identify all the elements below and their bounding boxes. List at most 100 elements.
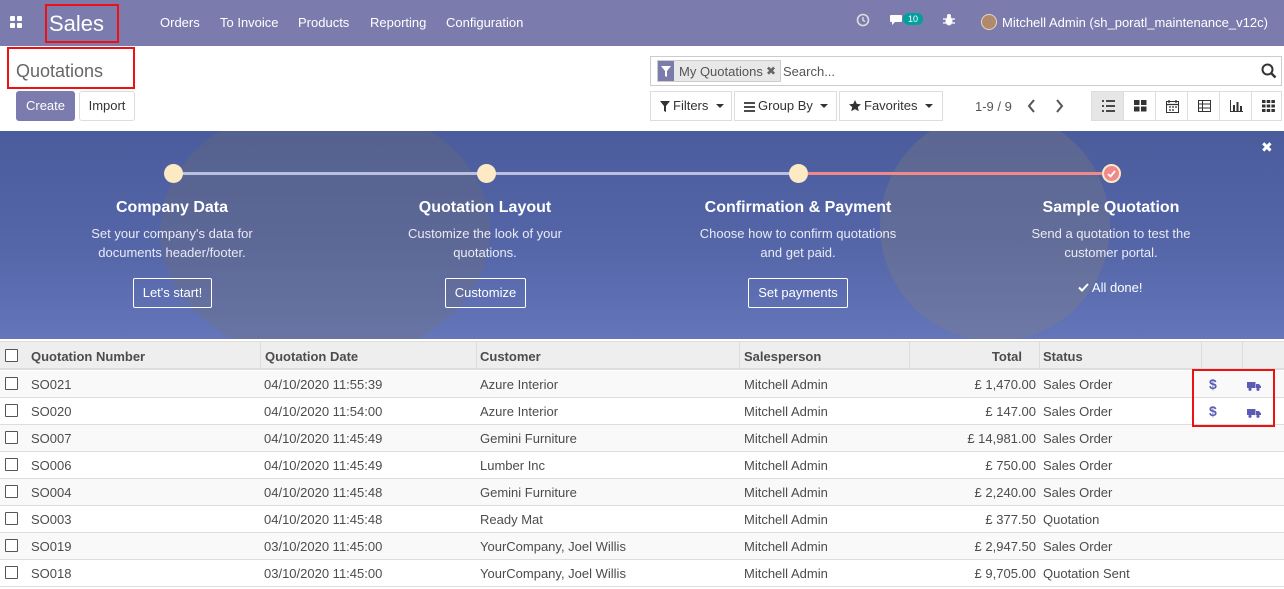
search-input[interactable]	[783, 62, 1253, 80]
cell-total: £ 750.00	[985, 458, 1036, 473]
row-checkbox[interactable]	[5, 377, 18, 390]
column-header-status[interactable]: Status	[1043, 349, 1083, 364]
row-checkbox[interactable]	[5, 458, 18, 471]
row-checkbox[interactable]	[5, 431, 18, 444]
cell-date: 03/10/2020 11:45:00	[264, 566, 383, 581]
cell-salesperson: Mitchell Admin	[744, 566, 828, 581]
facet-label: My Quotations	[679, 64, 763, 79]
pager-previous-icon[interactable]	[1027, 96, 1037, 118]
menu-to-invoice[interactable]: To Invoice	[220, 15, 279, 30]
cell-status: Quotation Sent	[1043, 566, 1130, 581]
calendar-view-button[interactable]	[1155, 92, 1187, 120]
step-desc-line: Set your company's data for	[91, 226, 253, 241]
table-row[interactable]: SO007 04/10/2020 11:45:49 Gemini Furniture…	[0, 425, 1284, 452]
row-checkbox[interactable]	[5, 485, 18, 498]
column-header-salesperson[interactable]: Salesperson	[744, 349, 821, 364]
table-row[interactable]: SO003 04/10/2020 11:45:48 Ready Mat Mitchel…	[0, 506, 1284, 533]
cell-date: 04/10/2020 11:45:48	[264, 485, 383, 500]
view-switcher	[1091, 91, 1282, 121]
cell-number: SO007	[31, 431, 72, 446]
cell-customer: YourCompany, Joel Willis	[480, 539, 626, 554]
select-all-checkbox[interactable]	[5, 349, 18, 362]
step-dot-sample-quotation	[1102, 164, 1121, 183]
row-checkbox[interactable]	[5, 539, 18, 552]
cell-customer: Azure Interior	[480, 404, 559, 419]
table-row[interactable]: SO020 04/10/2020 11:54:00 Azure Interior Mi…	[0, 398, 1284, 425]
step-description: Customize the look of your quotations.	[375, 224, 595, 262]
cell-number: SO018	[31, 566, 72, 581]
menu-orders[interactable]: Orders	[160, 15, 200, 30]
table-row[interactable]: SO006 04/10/2020 11:45:49 Lumber Inc Mitche…	[0, 452, 1284, 479]
cell-number: SO003	[31, 512, 72, 527]
import-button[interactable]: Import	[79, 91, 135, 121]
cell-salesperson: Mitchell Admin	[744, 377, 828, 392]
breadcrumb-title: Quotations	[16, 61, 104, 81]
customize-button[interactable]: Customize	[445, 278, 526, 308]
pager-value[interactable]: 1-9 / 9	[975, 99, 1012, 114]
pager-next-icon[interactable]	[1054, 96, 1064, 118]
table-row[interactable]: SO004 04/10/2020 11:45:48 Gemini Furniture…	[0, 479, 1284, 506]
row-checkbox[interactable]	[5, 566, 18, 579]
activity-clock-icon[interactable]	[856, 13, 870, 30]
step-desc-line: Customize the look of your	[408, 226, 562, 241]
search-bar[interactable]: My Quotations ✖	[650, 56, 1282, 86]
user-menu[interactable]: Mitchell Admin (sh_poratl_maintenance_v1…	[1002, 15, 1268, 30]
row-checkbox[interactable]	[5, 404, 18, 417]
cell-date: 03/10/2020 11:45:00	[264, 539, 383, 554]
apps-menu-icon[interactable]	[10, 16, 23, 29]
cell-date: 04/10/2020 11:55:39	[264, 377, 383, 392]
menu-reporting[interactable]: Reporting	[370, 15, 426, 30]
create-button[interactable]: Create	[16, 91, 75, 121]
bar-chart-icon	[1230, 100, 1243, 112]
table-row[interactable]: SO018 03/10/2020 11:45:00 YourCompany, Joe…	[0, 560, 1284, 587]
cell-salesperson: Mitchell Admin	[744, 539, 828, 554]
column-divider	[1039, 342, 1040, 370]
table-row[interactable]: SO019 03/10/2020 11:45:00 YourCompany, Joe…	[0, 533, 1284, 560]
breadcrumb-highlight: Quotations	[7, 47, 135, 89]
filters-label: Filters	[673, 98, 709, 113]
table-row[interactable]: SO021 04/10/2020 11:55:39 Azure Interior Mi…	[0, 371, 1284, 398]
column-header-customer[interactable]: Customer	[480, 349, 541, 364]
facet-remove-icon[interactable]: ✖	[766, 64, 776, 78]
cell-salesperson: Mitchell Admin	[744, 485, 828, 500]
groupby-dropdown[interactable]: Group By	[734, 91, 837, 121]
search-facet: My Quotations ✖	[657, 60, 781, 82]
onboarding-banner: ✖ Company Data Set your company's data f…	[0, 131, 1284, 339]
caret-down-icon	[820, 104, 828, 108]
user-avatar[interactable]	[981, 14, 997, 30]
all-done-label: All done!	[1091, 280, 1143, 295]
cell-date: 04/10/2020 11:45:49	[264, 458, 383, 473]
graph-view-button[interactable]	[1219, 92, 1251, 120]
cell-status: Sales Order	[1043, 485, 1113, 500]
step-desc-line: Send a quotation to test the	[1031, 226, 1191, 241]
cell-number: SO020	[31, 404, 72, 419]
favorites-dropdown[interactable]: Favorites	[839, 91, 943, 121]
pivot-table-icon	[1198, 100, 1211, 112]
column-divider	[260, 342, 261, 370]
cell-status: Sales Order	[1043, 404, 1113, 419]
app-brand[interactable]: Sales	[49, 11, 104, 37]
step-title: Confirmation & Payment	[704, 199, 892, 216]
row-checkbox[interactable]	[5, 512, 18, 525]
lets-start-button[interactable]: Let's start!	[133, 278, 212, 308]
column-header-number[interactable]: Quotation Number	[31, 349, 145, 364]
cell-salesperson: Mitchell Admin	[744, 404, 828, 419]
menu-configuration[interactable]: Configuration	[446, 15, 523, 30]
kanban-view-icon	[1134, 100, 1147, 112]
column-header-date[interactable]: Quotation Date	[265, 349, 358, 364]
cell-status: Sales Order	[1043, 431, 1113, 446]
favorites-label: Favorites	[864, 98, 918, 113]
pivot-view-button[interactable]	[1187, 92, 1219, 120]
filters-dropdown[interactable]: Filters	[650, 91, 732, 121]
column-header-total[interactable]: Total	[922, 349, 1022, 364]
list-view-button[interactable]	[1092, 92, 1124, 120]
debug-bug-icon[interactable]	[942, 13, 956, 30]
step-title: Company Data	[115, 199, 229, 216]
menu-products[interactable]: Products	[298, 15, 349, 30]
kanban-view-button[interactable]	[1123, 92, 1155, 120]
set-payments-button[interactable]: Set payments	[748, 278, 848, 308]
close-banner-icon[interactable]: ✖	[1261, 139, 1273, 156]
search-icon[interactable]	[1261, 63, 1277, 82]
activity-view-button[interactable]	[1251, 92, 1283, 120]
cell-status: Sales Order	[1043, 539, 1113, 554]
